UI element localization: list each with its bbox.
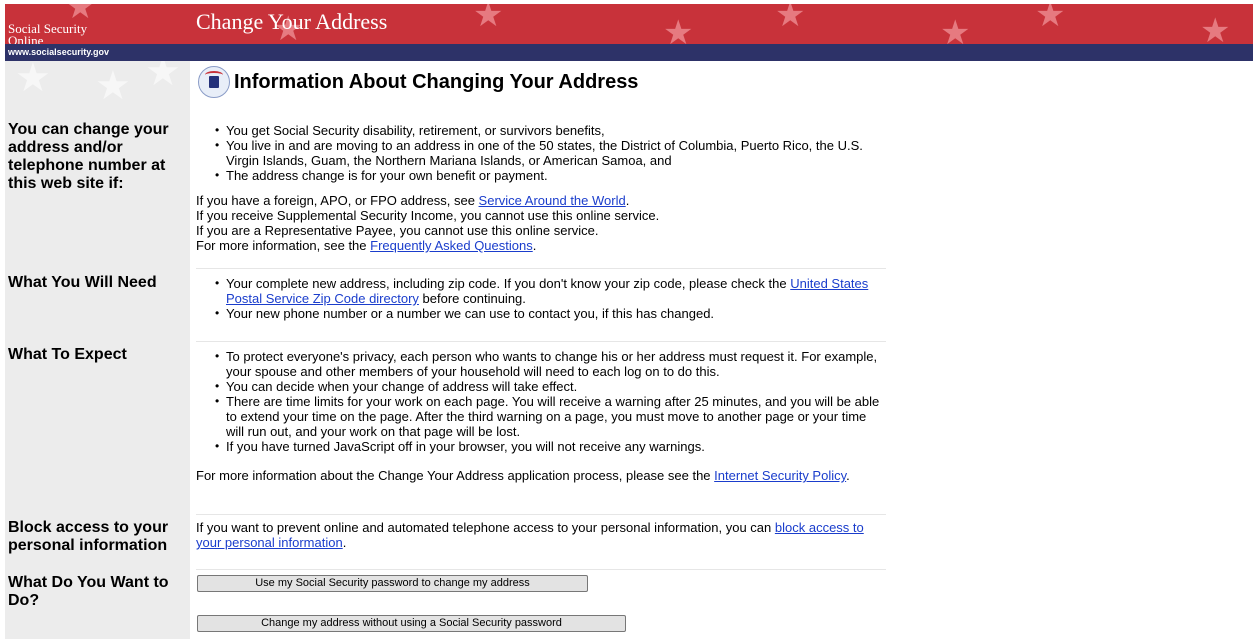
note-text: . <box>625 193 630 208</box>
list-item: You get Social Security disability, reti… <box>215 123 886 138</box>
list-item: You live in and are moving to an address… <box>215 138 886 168</box>
payee-note: If you are a Representative Payee, you c… <box>196 223 599 238</box>
divider <box>196 268 886 269</box>
brand-line-2: Online <box>8 33 44 44</box>
label-block-access: Block access to your personal informatio… <box>8 519 169 554</box>
need-list: Your complete new address, including zip… <box>196 276 886 321</box>
eligibility-section: You get Social Security disability, reti… <box>196 123 886 253</box>
divider <box>196 569 886 570</box>
list-item: To protect everyone's privacy, each pers… <box>215 349 886 379</box>
star-decoration-icon: ★ <box>775 4 806 34</box>
use-password-button[interactable]: Use my Social Security password to chang… <box>197 575 588 592</box>
site-brand[interactable]: Social Security Online <box>8 22 87 44</box>
star-decoration-icon: ★ <box>145 61 181 94</box>
list-item: Your complete new address, including zip… <box>215 276 886 306</box>
list-item: You can decide when your change of addre… <box>215 379 886 394</box>
label-what-you-need: What You Will Need <box>8 274 157 291</box>
star-decoration-icon: ★ <box>95 64 131 108</box>
note-text: If you have a foreign, APO, or FPO addre… <box>196 193 479 208</box>
header-banner: ★ ★ ★ ★ ★ ★ ★ ★ Social Security Online C… <box>5 4 1253 44</box>
need-section: Your complete new address, including zip… <box>196 276 886 321</box>
internet-security-policy-link[interactable]: Internet Security Policy <box>714 468 846 483</box>
star-decoration-icon: ★ <box>940 14 971 44</box>
expect-list: To protect everyone's privacy, each pers… <box>196 349 886 454</box>
service-around-world-link[interactable]: Service Around the World <box>479 193 626 208</box>
security-policy-note: For more information about the Change Yo… <box>196 468 886 483</box>
section-heading: Information About Changing Your Address <box>198 66 638 98</box>
foreign-address-note: If you have a foreign, APO, or FPO addre… <box>196 193 886 208</box>
list-item: There are time limits for your work on e… <box>215 394 886 439</box>
faq-link[interactable]: Frequently Asked Questions <box>370 238 533 253</box>
page-title: Change Your Address <box>196 9 388 34</box>
note-text: . <box>532 238 537 253</box>
ssi-note: If you receive Supplemental Security Inc… <box>196 208 660 223</box>
note-text: For more information, see the <box>196 238 371 253</box>
item-text: before continuing. <box>418 291 526 306</box>
site-url: www.socialsecurity.gov <box>8 47 110 57</box>
block-section: If you want to prevent online and automa… <box>196 520 886 550</box>
eligibility-list: You get Social Security disability, reti… <box>196 123 886 183</box>
label-eligibility: You can change your address and/or telep… <box>8 121 169 192</box>
site-url-bar: www.socialsecurity.gov <box>5 44 1253 61</box>
no-password-button[interactable]: Change my address without using a Social… <box>197 615 626 632</box>
list-item: Your new phone number or a number we can… <box>215 306 886 321</box>
divider <box>196 341 886 342</box>
note-text: . <box>342 535 347 550</box>
label-what-do-you-want: What Do You Want to Do? <box>8 574 169 609</box>
ssa-seal-icon <box>198 66 230 98</box>
star-decoration-icon: ★ <box>1200 12 1231 44</box>
label-what-to-expect: What To Expect <box>8 346 127 363</box>
star-decoration-icon: ★ <box>663 14 694 44</box>
list-item: The address change is for your own benef… <box>215 168 886 183</box>
star-decoration-icon: ★ <box>1035 4 1066 34</box>
item-text: Your complete new address, including zip… <box>226 276 791 291</box>
block-text: If you want to prevent online and automa… <box>196 520 886 550</box>
note-text: For more information about the Change Yo… <box>196 468 715 483</box>
note-text: If you want to prevent online and automa… <box>196 520 775 535</box>
star-decoration-icon: ★ <box>473 4 504 34</box>
list-item: If you have turned JavaScript off in you… <box>215 439 886 454</box>
note-text: . <box>846 468 850 483</box>
main-heading: Information About Changing Your Address <box>234 70 639 93</box>
divider <box>196 514 886 515</box>
expect-section: To protect everyone's privacy, each pers… <box>196 349 886 483</box>
star-decoration-icon: ★ <box>15 61 51 100</box>
faq-note: For more information, see the Frequently… <box>196 238 886 253</box>
